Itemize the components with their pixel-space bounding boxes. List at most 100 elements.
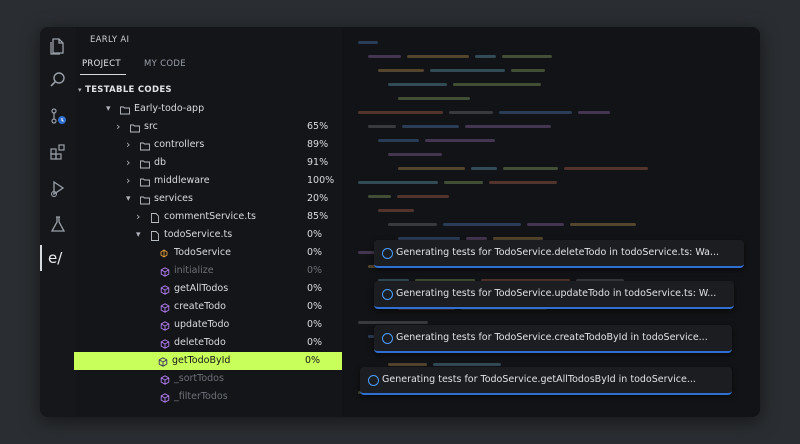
tree-item[interactable]: initialize 0%: [76, 262, 342, 280]
chevron-right-icon[interactable]: ›: [126, 154, 130, 172]
code-line: [368, 125, 396, 128]
tree-item[interactable]: › db 91%: [76, 154, 342, 172]
method-icon: [160, 392, 170, 403]
notification-text: Generating tests for TodoService.deleteT…: [396, 247, 720, 258]
early-ai-icon[interactable]: e/: [48, 249, 62, 267]
chevron-down-icon[interactable]: ▾: [126, 190, 131, 208]
code-line: [443, 223, 521, 226]
testing-icon[interactable]: [49, 215, 67, 233]
code-line: [564, 167, 648, 170]
chevron-down-icon: ▾: [78, 86, 82, 94]
code-line: [465, 125, 551, 128]
coverage-percent: 20%: [307, 193, 329, 204]
coverage-percent: 91%: [307, 157, 329, 168]
tree-item[interactable]: updateTodo 0%: [76, 316, 362, 334]
tree-item[interactable]: TodoService 0%: [76, 244, 342, 262]
tree-item[interactable]: getAllTodos 0%: [76, 280, 364, 298]
method-icon: [160, 266, 170, 277]
tree-item-label: getAllTodos: [174, 283, 229, 294]
coverage-percent: 65%: [307, 121, 329, 132]
tree-item-label: todoService.ts: [164, 229, 233, 240]
tab-my-code[interactable]: MY CODE: [144, 59, 186, 69]
code-line: [511, 69, 545, 72]
code-line: [358, 41, 378, 44]
folder-icon: [140, 158, 150, 169]
chevron-right-icon[interactable]: ›: [136, 208, 140, 226]
search-icon[interactable]: [49, 71, 67, 89]
chevron-right-icon[interactable]: ›: [126, 136, 130, 154]
info-icon: [382, 333, 393, 344]
tree-item[interactable]: getTodoById 0%: [74, 352, 344, 370]
notification-toast[interactable]: Generating tests for TodoService.deleteT…: [374, 240, 744, 268]
tree-item[interactable]: createTodo 0%: [76, 298, 364, 316]
code-line: [378, 209, 414, 212]
folder-icon: [140, 140, 150, 151]
code-line: [388, 363, 427, 366]
coverage-percent: 0%: [307, 229, 323, 240]
tree-item[interactable]: deleteTodo 0%: [76, 334, 364, 352]
section-title: TESTABLE CODES: [85, 85, 172, 95]
info-icon: [382, 248, 393, 259]
active-tab-underline: [80, 74, 126, 75]
section-header[interactable]: ▾ TESTABLE CODES: [78, 85, 172, 95]
code-line: [388, 153, 442, 156]
tab-project[interactable]: PROJECT: [80, 59, 126, 75]
chevron-down-icon[interactable]: ▾: [136, 226, 141, 244]
coverage-percent: 100%: [307, 175, 335, 186]
tree-item-label: middleware: [154, 175, 210, 186]
tree-item[interactable]: › commentService.ts 85%: [76, 208, 342, 226]
code-line: [368, 195, 391, 198]
notification-toast[interactable]: Generating tests for TodoService.updateT…: [374, 281, 734, 309]
code-line: [402, 125, 459, 128]
coverage-percent: 0%: [307, 337, 323, 348]
chevron-right-icon[interactable]: ›: [126, 172, 130, 190]
notification-toast[interactable]: Generating tests for TodoService.getAllT…: [360, 367, 732, 395]
source-control-icon[interactable]: [49, 107, 67, 125]
method-icon: [158, 356, 168, 367]
run-debug-icon[interactable]: [49, 179, 67, 197]
coverage-percent: 85%: [307, 211, 329, 222]
tree-item-label: Early-todo-app: [134, 103, 205, 114]
code-line: [397, 195, 449, 198]
tree-item-label: getTodoById: [172, 355, 231, 366]
code-line: [449, 111, 493, 114]
folder-icon: [140, 194, 150, 205]
tree-item[interactable]: _sortTodos: [76, 370, 342, 388]
notification-toast[interactable]: Generating tests for TodoService.createT…: [374, 325, 732, 353]
method-icon: [160, 284, 170, 295]
sidebar: EARLY AI PROJECT MY CODE ▾ TESTABLE CODE…: [74, 27, 368, 417]
notification-text: Generating tests for TodoService.updateT…: [396, 288, 717, 299]
info-icon: [382, 289, 393, 300]
coverage-percent: 0%: [307, 319, 323, 330]
code-line: [502, 55, 552, 58]
active-indicator: [40, 245, 42, 271]
code-line: [430, 69, 505, 72]
code-line: [527, 223, 564, 226]
code-line: [489, 181, 557, 184]
chevron-right-icon[interactable]: ›: [116, 118, 120, 136]
tree-item-label: db: [154, 157, 167, 168]
method-icon: [160, 338, 170, 349]
tree-item[interactable]: › controllers 89%: [76, 136, 342, 154]
tree-item-label: deleteTodo: [174, 337, 226, 348]
folder-icon: [120, 104, 130, 115]
tree-item[interactable]: › middleware 100%: [76, 172, 342, 190]
extensions-icon[interactable]: [49, 143, 67, 161]
code-line: [368, 55, 401, 58]
code-line: [578, 111, 610, 114]
code-line: [398, 97, 470, 100]
file-icon: [150, 230, 160, 241]
tree-item[interactable]: ▾ Early-todo-app: [76, 100, 342, 118]
tree-item-label: services: [154, 193, 193, 204]
code-line: [471, 167, 497, 170]
tree-item[interactable]: ▾ services 20%: [76, 190, 342, 208]
tree-item[interactable]: ▾ todoService.ts 0%: [76, 226, 342, 244]
files-icon[interactable]: [49, 37, 67, 55]
code-line: [444, 181, 483, 184]
code-line: [433, 363, 501, 366]
folder-icon: [140, 176, 150, 187]
chevron-down-icon[interactable]: ▾: [106, 100, 111, 118]
tree-item[interactable]: › src 65%: [76, 118, 342, 136]
tree-item[interactable]: _filterTodos: [76, 388, 342, 406]
code-line: [388, 83, 447, 86]
